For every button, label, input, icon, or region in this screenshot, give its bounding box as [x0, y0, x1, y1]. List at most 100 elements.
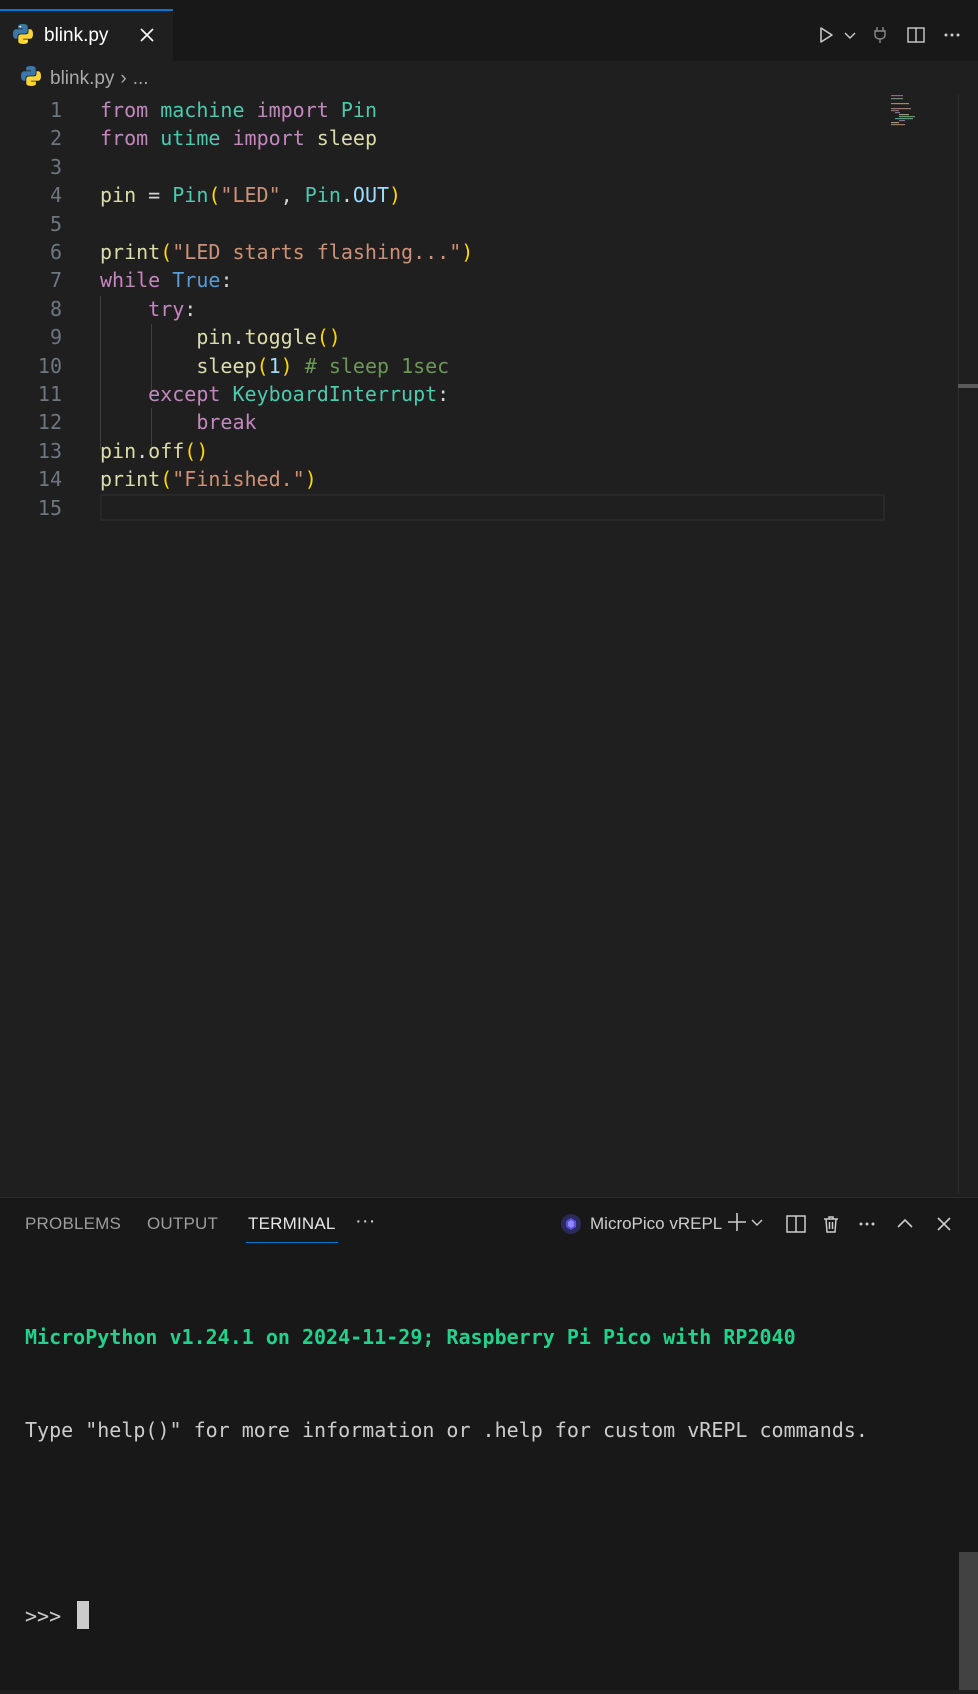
code-token: ): [280, 353, 293, 378]
code-token: (): [184, 438, 209, 463]
code-token: print: [100, 467, 161, 492]
code-token: while: [100, 268, 161, 293]
code-token: :: [184, 296, 197, 321]
line-number: 5: [49, 211, 62, 236]
maximize-panel-icon[interactable]: [896, 1208, 914, 1240]
line-number: 8: [49, 296, 62, 321]
python-file-icon: [12, 23, 34, 50]
terminal-output[interactable]: MicroPython v1.24.1 on 2024-11-29; Raspb…: [25, 1260, 868, 1694]
code-token: off: [148, 438, 185, 463]
code-line[interactable]: 11 except KeyboardInterrupt:: [0, 380, 900, 408]
code-token: :: [220, 268, 233, 293]
terminal-name: MicroPico vREPL: [590, 1214, 723, 1233]
code-token: .: [136, 438, 149, 463]
tab-output[interactable]: OUTPUT: [147, 1214, 218, 1234]
terminal-prompt-line[interactable]: >>>: [25, 1601, 868, 1632]
code-line[interactable]: 4 pin = Pin("LED", Pin.OUT): [0, 181, 900, 209]
code-token: sleep: [316, 126, 377, 151]
code-line[interactable]: 13 pin.off(): [0, 437, 900, 465]
code-token: break: [196, 410, 257, 435]
line-number: 15: [37, 495, 62, 520]
close-icon[interactable]: [135, 23, 159, 47]
line-number: 4: [49, 183, 62, 208]
breadcrumb-file[interactable]: blink.py: [50, 68, 114, 90]
tab-problems[interactable]: PROBLEMS: [25, 1214, 121, 1234]
code-line[interactable]: 3: [0, 153, 900, 181]
close-panel-icon[interactable]: [935, 1208, 953, 1240]
code-line[interactable]: 10 sleep(1) # sleep 1sec: [0, 352, 900, 380]
more-icon[interactable]: [934, 17, 970, 53]
terminal-selector[interactable]: MicroPico vREPL: [560, 1208, 722, 1240]
terminal-prompt: >>>: [25, 1604, 74, 1628]
code-text: pin = Pin("LED", Pin.OUT): [100, 181, 401, 209]
breadcrumb-symbols[interactable]: ...: [133, 68, 149, 90]
editor-scrollbar-thumb[interactable]: [958, 384, 978, 388]
code-line[interactable]: 7 while True:: [0, 266, 900, 294]
code-token: KeyboardInterrupt: [232, 382, 438, 406]
code-token: "LED": [220, 183, 281, 208]
minimap[interactable]: [891, 94, 923, 126]
code-token: machine: [160, 98, 245, 122]
code-token: Pin: [340, 98, 377, 122]
code-token: ): [461, 240, 474, 264]
trash-icon[interactable]: [821, 1208, 841, 1240]
code-token: from: [100, 126, 149, 151]
code-text: pin.off(): [100, 437, 208, 465]
code-line[interactable]: 14 print("Finished."): [0, 465, 900, 493]
more-icon[interactable]: [857, 1208, 877, 1240]
code-line[interactable]: 1 from machine import Pin: [0, 96, 900, 124]
code-token: "Finished.": [172, 467, 305, 492]
code-line[interactable]: 6 print("LED starts flashing..."): [0, 238, 900, 266]
code-line[interactable]: 8 try:: [0, 295, 900, 323]
code-text: print("Finished."): [100, 465, 317, 493]
code-token: ): [304, 467, 317, 492]
code-token: (: [256, 353, 269, 378]
tab-label: blink.py: [44, 25, 109, 46]
run-icon[interactable]: [814, 17, 838, 53]
code-text: break: [100, 408, 257, 436]
code-token: Pin: [304, 183, 341, 208]
code-token: 1: [268, 353, 281, 378]
split-editor-icon[interactable]: [898, 17, 934, 53]
code-token: pin: [196, 325, 233, 350]
code-line[interactable]: 12 break: [0, 408, 900, 436]
code-line[interactable]: 15: [0, 494, 900, 522]
line-number: 2: [49, 126, 62, 151]
split-terminal-icon[interactable]: [786, 1208, 806, 1240]
new-terminal-button[interactable]: [726, 1208, 764, 1240]
code-line[interactable]: 5: [0, 210, 900, 238]
code-text: while True:: [100, 266, 232, 294]
plus-icon: [726, 1211, 748, 1238]
tab-terminal[interactable]: TERMINAL: [246, 1214, 338, 1243]
code-line[interactable]: 2 from utime import sleep: [0, 124, 900, 152]
code-token: from: [100, 98, 149, 122]
line-number: 7: [49, 268, 62, 293]
chevron-down-icon[interactable]: [750, 1215, 764, 1234]
code-line[interactable]: 9 pin.toggle(): [0, 323, 900, 351]
breadcrumb: blink.py › ...: [20, 66, 149, 92]
code-token: True: [172, 268, 221, 293]
code-text: pin.toggle(): [100, 323, 341, 351]
code-token: pin: [100, 183, 137, 208]
code-token: except: [148, 382, 221, 406]
editor-scrollbar-track[interactable]: [958, 94, 959, 1194]
panel-more-button[interactable]: ···: [355, 1210, 376, 1233]
code-editor[interactable]: 1 from machine import Pin 2 from utime impo…: [0, 96, 960, 1196]
code-token: "LED starts flashing...": [172, 240, 462, 264]
chevron-down-icon[interactable]: [838, 17, 862, 53]
code-text: from utime import sleep: [100, 124, 377, 152]
line-number: 13: [37, 438, 62, 463]
terminal-scrollbar-thumb[interactable]: [959, 1552, 978, 1690]
plug-icon[interactable]: [862, 17, 898, 53]
code-text: print("LED starts flashing..."): [100, 238, 473, 266]
code-token: OUT: [352, 183, 390, 208]
tab-blink-py[interactable]: blink.py: [0, 9, 173, 61]
line-number: 9: [49, 325, 62, 350]
line-number: 6: [49, 240, 62, 264]
